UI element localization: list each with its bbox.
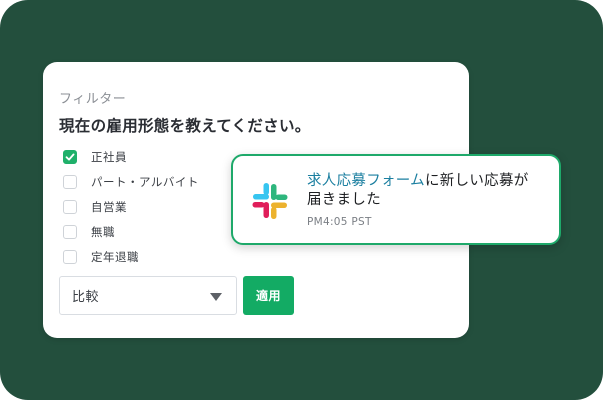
option-retired[interactable]: 定年退職 <box>63 244 199 269</box>
option-self-employed[interactable]: 自営業 <box>63 194 199 219</box>
check-icon <box>65 153 75 160</box>
select-value: 比較 <box>72 290 100 305</box>
option-label: パート・アルバイト <box>91 174 199 189</box>
option-label: 無職 <box>91 224 115 239</box>
apply-button[interactable]: 適用 <box>243 276 294 315</box>
option-label: 定年退職 <box>91 249 139 264</box>
notification-message: 求人応募フォームに新しい応募が 届きました <box>307 172 547 210</box>
caret-down-icon <box>210 293 222 301</box>
slack-logo-icon <box>252 183 288 219</box>
question-text: 現在の雇用形態を教えてください。 <box>59 117 311 135</box>
employment-options: 正社員 パート・アルバイト 自営業 無職 定年退職 <box>63 144 199 269</box>
checkbox-full-time[interactable] <box>63 149 77 164</box>
checkbox-part-time[interactable] <box>63 174 77 189</box>
job-form-link[interactable]: 求人応募フォーム <box>307 173 425 189</box>
option-full-time[interactable]: 正社員 <box>63 144 199 169</box>
option-label: 自営業 <box>91 199 127 214</box>
option-unemployed[interactable]: 無職 <box>63 219 199 244</box>
slack-notification[interactable]: 求人応募フォームに新しい応募が 届きました PM4:05 PST <box>231 154 561 245</box>
notification-time: PM4:05 PST <box>307 216 372 228</box>
compare-select[interactable]: 比較 <box>59 276 237 315</box>
message-line2: 届きました <box>307 192 381 208</box>
message-rest: に新しい応募が <box>424 173 529 189</box>
checkbox-unemployed[interactable] <box>63 224 77 239</box>
option-label: 正社員 <box>91 149 127 164</box>
filter-title: フィルター <box>59 92 127 107</box>
checkbox-self-employed[interactable] <box>63 199 77 214</box>
checkbox-retired[interactable] <box>63 249 77 264</box>
option-part-time[interactable]: パート・アルバイト <box>63 169 199 194</box>
